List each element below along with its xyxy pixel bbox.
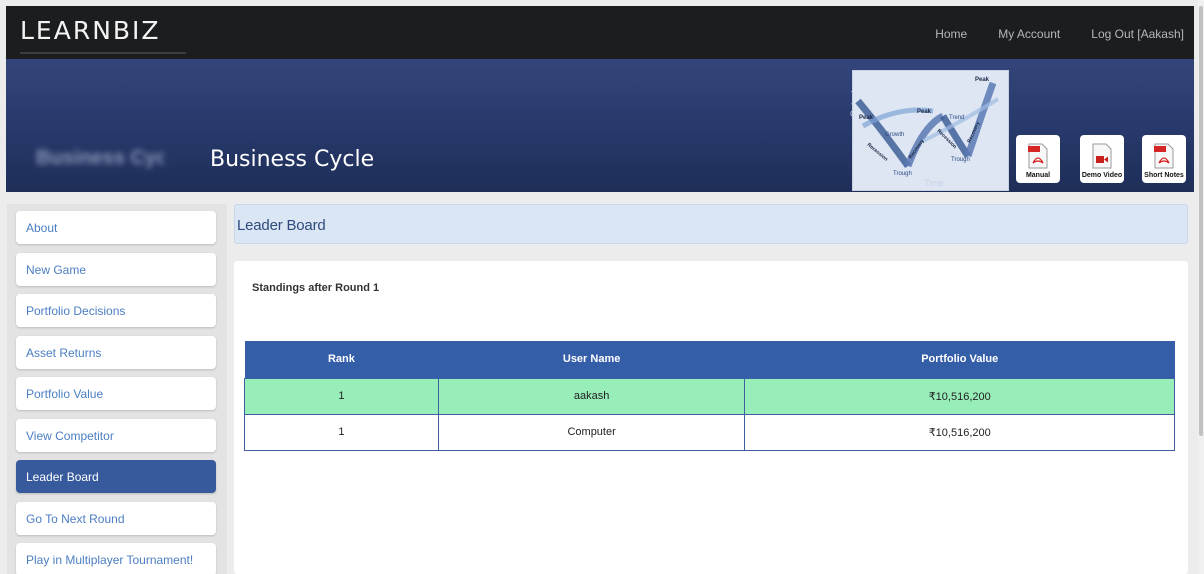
business-cycle-diagram: Peak Peak Peak Growth Trend Recession Re… (855, 77, 1000, 177)
cycle-time-label: Time (924, 178, 944, 188)
page-scrollbar[interactable] (1198, 0, 1204, 574)
sidebar-item-asset-returns[interactable]: Asset Returns (16, 336, 216, 369)
banner-ghost-title: Business Cyc (36, 147, 164, 169)
leaderboard-table: Rank User Name Portfolio Value 1 aakash … (244, 341, 1175, 451)
main-content: Leader Board Standings after Round 1 Ran… (234, 204, 1188, 574)
sidebar-item-view-competitor[interactable]: View Competitor (16, 419, 216, 452)
column-header-rank: Rank (244, 341, 439, 378)
business-cycle-image: Peak Peak Peak Growth Trend Recession Re… (852, 70, 1009, 191)
cycle-label: Peak (917, 109, 932, 115)
page-banner: Business Cyc Business Cycle Output Peak … (6, 59, 1194, 192)
leaderboard-panel: Standings after Round 1 Rank User Name P… (234, 261, 1188, 574)
nav-logout-link[interactable]: Log Out [Aakash] (1091, 27, 1184, 41)
manual-button[interactable]: Manual (1016, 135, 1060, 183)
portfolio-value-cell: ₹10,516,200 (744, 377, 1175, 415)
column-header-portfolio-value: Portfolio Value (744, 341, 1175, 378)
standings-heading: Standings after Round 1 (252, 282, 380, 294)
pdf-icon (1028, 143, 1048, 169)
sidebar-menu: About New Game Portfolio Decisions Asset… (7, 204, 227, 574)
portfolio-value-cell: ₹10,516,200 (744, 413, 1175, 451)
sidebar-item-go-to-next-round[interactable]: Go To Next Round (16, 502, 216, 535)
learnbiz-logo[interactable]: LEARNBIZ (20, 16, 186, 54)
panel-header: Leader Board (234, 204, 1188, 244)
sidebar-item-about[interactable]: About (16, 211, 216, 244)
banner-title: Business Cycle (210, 147, 375, 172)
table-row: 1 Computer ₹10,516,200 (244, 413, 1175, 451)
sidebar-item-portfolio-decisions[interactable]: Portfolio Decisions (16, 294, 216, 327)
user-name-cell: Computer (437, 413, 746, 451)
cycle-label: Trough (893, 171, 912, 177)
demo-video-label: Demo Video (1081, 172, 1123, 179)
user-name-cell: aakash (437, 377, 746, 415)
cycle-label: Trough (951, 157, 970, 163)
demo-video-button[interactable]: Demo Video (1080, 135, 1124, 183)
scrollbar-thumb[interactable] (1199, 6, 1203, 436)
cycle-label: Peak (975, 77, 990, 83)
top-nav-links: Home My Account Log Out [Aakash] (935, 27, 1184, 41)
short-notes-label: Short Notes (1144, 172, 1184, 179)
sidebar-item-portfolio-value[interactable]: Portfolio Value (16, 377, 216, 410)
rank-cell: 1 (244, 413, 439, 451)
rank-cell: 1 (244, 377, 439, 415)
cycle-label: Growth (885, 132, 904, 138)
table-header-row: Rank User Name Portfolio Value (244, 341, 1175, 378)
sidebar-item-multiplayer-tournament[interactable]: Play in Multiplayer Tournament! (16, 543, 216, 574)
nav-my-account-link[interactable]: My Account (998, 27, 1060, 41)
sidebar-item-leader-board[interactable]: Leader Board (16, 460, 216, 493)
page-title: Leader Board (237, 217, 326, 234)
top-nav-bar: LEARNBIZ Home My Account Log Out [Aakash… (6, 6, 1194, 59)
cycle-label: Peak (859, 115, 874, 121)
cycle-label: Recession (866, 142, 889, 163)
manual-label: Manual (1025, 172, 1051, 179)
cycle-label: Trend (949, 115, 964, 121)
table-row: 1 aakash ₹10,516,200 (244, 377, 1175, 415)
nav-home-link[interactable]: Home (935, 27, 967, 41)
pdf-icon (1154, 143, 1174, 169)
sidebar-item-new-game[interactable]: New Game (16, 253, 216, 286)
short-notes-button[interactable]: Short Notes (1142, 135, 1186, 183)
video-icon (1092, 143, 1112, 169)
column-header-user-name: User Name (438, 341, 745, 378)
